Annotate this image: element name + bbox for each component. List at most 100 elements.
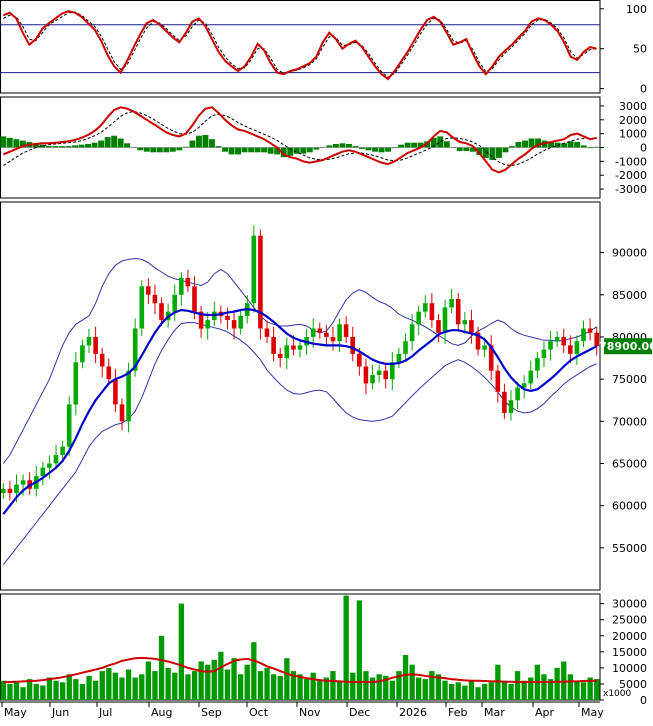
- candle-body: [337, 324, 342, 341]
- x-axis-tick-label: Jul: [98, 706, 112, 719]
- volume-tick-label: 0: [640, 694, 647, 707]
- candle-body: [126, 371, 131, 422]
- volume-bar: [218, 652, 223, 700]
- macd-histogram-bar: [307, 148, 313, 153]
- candle-body: [232, 320, 237, 328]
- stock-chart: 100500 3000200010000-1000-2000-3000 9000…: [0, 0, 653, 721]
- macd-histogram-bar: [379, 148, 385, 153]
- candle-body: [364, 367, 369, 384]
- volume-bar: [159, 636, 164, 700]
- x-axis-tick-label: May: [581, 706, 604, 719]
- candle-body: [159, 303, 164, 320]
- candle-body: [291, 345, 296, 349]
- macd-histogram-bar: [7, 138, 13, 148]
- candle-body: [100, 354, 105, 367]
- candle-body: [146, 286, 151, 294]
- price-tick-label: 90000: [612, 247, 647, 260]
- candle-body: [67, 404, 72, 446]
- volume-bar: [251, 642, 256, 700]
- macd-histogram-bar: [300, 148, 306, 154]
- macd-histogram-bar: [398, 145, 404, 148]
- x-axis-tick-label: Jun: [51, 706, 69, 719]
- macd-histogram-bar: [196, 136, 202, 148]
- macd-histogram-bar: [242, 148, 248, 153]
- chart-canvas: 100500 3000200010000-1000-2000-3000 9000…: [0, 0, 653, 721]
- bollinger-upper-band: [3, 259, 596, 464]
- volume-bar: [284, 658, 289, 700]
- volume-bar: [390, 681, 395, 700]
- candle-body: [225, 316, 230, 320]
- x-axis-tick-label: Mar: [484, 706, 505, 719]
- volume-bar: [179, 604, 184, 700]
- volume-bar: [146, 662, 151, 701]
- volume-bar: [185, 674, 190, 700]
- macd-histogram-bar: [261, 148, 267, 153]
- volume-bar: [14, 682, 19, 700]
- macd-histogram-bar: [124, 143, 130, 147]
- volume-bar: [152, 671, 157, 700]
- candle-body: [107, 367, 112, 380]
- candle-body: [186, 278, 191, 286]
- macd-line: [3, 107, 596, 172]
- volume-bar: [126, 670, 131, 701]
- price-tick-label: 75000: [612, 373, 647, 386]
- macd-histogram-bar: [229, 148, 235, 155]
- stochastic-panel: 100500: [0, 1, 647, 96]
- volume-bar: [258, 671, 263, 700]
- macd-histogram-bar: [0, 136, 6, 147]
- macd-histogram-bar: [170, 148, 176, 152]
- volume-bar: [7, 684, 12, 700]
- macd-histogram-bar: [222, 148, 228, 152]
- macd-histogram-bar: [496, 148, 502, 158]
- candle-body: [80, 345, 85, 362]
- macd-histogram-bar: [490, 148, 496, 161]
- volume-bar: [205, 665, 210, 700]
- macd-histogram-bar: [13, 139, 19, 147]
- macd-histogram-bar: [326, 145, 332, 147]
- volume-bar: [475, 687, 480, 700]
- macd-histogram-bar: [144, 148, 150, 152]
- candle-body: [120, 404, 125, 421]
- macd-histogram-bar: [457, 148, 463, 152]
- macd-histogram-bar: [366, 148, 372, 151]
- macd-histogram-bar: [203, 135, 209, 148]
- candle-body: [509, 400, 514, 413]
- volume-bar: [377, 674, 382, 700]
- volume-bar: [231, 658, 236, 700]
- candle-body: [54, 455, 59, 463]
- volume-bar: [515, 671, 520, 700]
- volume-bar: [238, 674, 243, 700]
- x-axis-tick-label: Oct: [249, 706, 269, 719]
- volume-bar: [489, 682, 494, 700]
- candle-body: [529, 371, 534, 384]
- candle-body: [8, 489, 13, 493]
- volume-bar: [20, 687, 25, 700]
- macd-histogram-bar: [255, 148, 261, 153]
- candle-body: [47, 464, 52, 468]
- volume-bar: [502, 681, 507, 700]
- candle-body: [60, 447, 65, 455]
- volume-bar: [1, 681, 6, 700]
- volume-bar: [581, 682, 586, 700]
- volume-bar: [73, 679, 78, 700]
- last-price-label: 78900.00: [599, 340, 653, 353]
- volume-bar: [416, 678, 421, 701]
- candle-body: [403, 341, 408, 354]
- volume-bar: [67, 674, 72, 700]
- macd-histogram-bar: [235, 148, 241, 155]
- candle-body: [344, 324, 349, 337]
- macd-histogram-bar: [111, 136, 117, 148]
- volume-bar: [304, 679, 309, 700]
- macd-histogram-bar: [72, 145, 78, 147]
- candle-body: [285, 345, 290, 358]
- candle-body: [205, 320, 210, 328]
- candle-body: [324, 333, 329, 337]
- candle-body: [74, 362, 79, 404]
- volume-bar: [344, 596, 349, 700]
- volume-bar: [80, 684, 85, 700]
- candle-body: [377, 371, 382, 375]
- macd-histogram-bar: [163, 148, 169, 153]
- price-tick-label: 70000: [612, 415, 647, 428]
- macd-histogram-bar: [463, 148, 469, 152]
- macd-histogram-bar: [85, 144, 91, 148]
